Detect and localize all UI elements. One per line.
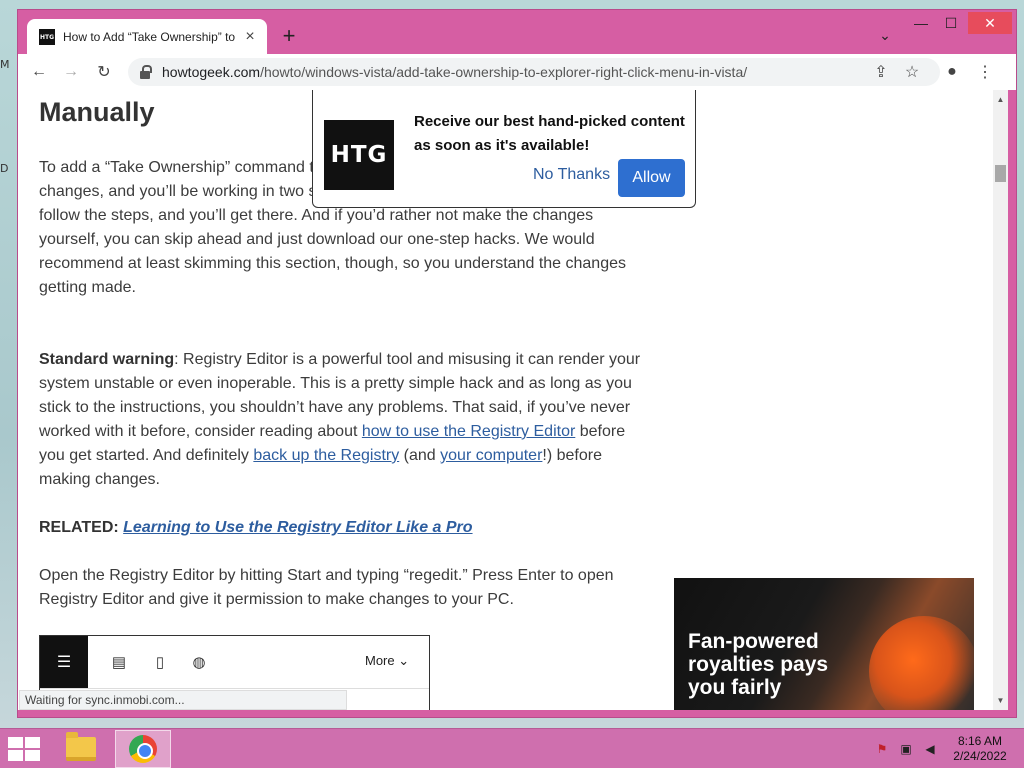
url-text[interactable]: howtogeek.com/howto/windows-vista/add-ta… xyxy=(162,64,747,80)
status-bubble: Waiting for sync.inmobi.com... xyxy=(19,690,347,710)
folder-icon xyxy=(66,732,96,761)
desktop-icon-fragment[interactable]: M xyxy=(0,58,12,72)
news-icon: ▤ xyxy=(111,654,127,671)
notification-prompt: HTG Receive our best hand-picked content… xyxy=(312,90,696,208)
htg-logo: HTG xyxy=(324,120,394,190)
browser-window: HTG How to Add “Take Ownership” to × + ⌄… xyxy=(17,9,1017,718)
htg-favicon-icon: HTG xyxy=(39,29,55,45)
tab-strip: HTG How to Add “Take Ownership” to × + ⌄… xyxy=(18,10,1016,55)
chrome-taskbar-button[interactable] xyxy=(115,730,171,768)
browser-tab[interactable]: HTG How to Add “Take Ownership” to × xyxy=(27,19,267,55)
clock-time: 8:16 AM xyxy=(957,734,1003,748)
volume-muted-icon[interactable]: ◀ xyxy=(922,741,938,757)
chevron-down-icon: ⌄ xyxy=(398,653,410,668)
link-backup-registry[interactable]: back up the Registry xyxy=(253,447,399,464)
scroll-up-arrow-icon[interactable]: ▲ xyxy=(993,92,1008,107)
minimize-button[interactable]: — xyxy=(906,12,936,34)
taskbar: ⚑ ▣ ◀ 8:16 AM 2/24/2022 xyxy=(0,728,1024,768)
profile-avatar-icon[interactable]: ● xyxy=(941,61,963,83)
new-tab-icon[interactable]: + xyxy=(277,23,301,48)
back-arrow-icon[interactable]: ← xyxy=(28,61,50,83)
desktop-icon-fragment[interactable]: D xyxy=(0,162,12,176)
hamburger-menu-icon: ☰ xyxy=(40,636,88,688)
related-article-link[interactable]: Learning to Use the Registry Editor Like… xyxy=(123,519,472,536)
tab-close-icon[interactable]: × xyxy=(241,28,259,46)
address-bar[interactable]: howtogeek.com/howto/windows-vista/add-ta… xyxy=(128,58,940,86)
section-heading: Manually xyxy=(39,97,155,127)
advertisement[interactable]: Fan-powered royalties pays you fairly xyxy=(674,578,974,710)
action-center-flag-icon[interactable]: ⚑ xyxy=(874,741,890,757)
ad-photo xyxy=(869,616,974,710)
link-registry-editor[interactable]: how to use the Registry Editor xyxy=(362,423,575,440)
system-clock[interactable]: 8:16 AM 2/24/2022 xyxy=(950,734,1010,764)
allow-button[interactable]: Allow xyxy=(618,159,685,197)
related-line: RELATED: Learning to Use the Registry Ed… xyxy=(39,519,473,536)
kebab-menu-icon[interactable]: ⋮ xyxy=(974,61,996,83)
prompt-message: Receive our best hand-picked content as … xyxy=(414,113,685,154)
maximize-button[interactable]: ☐ xyxy=(936,12,966,34)
close-window-button[interactable]: ✕ xyxy=(968,12,1012,34)
browser-toolbar: ← → ↻ howtogeek.com/howto/windows-vista/… xyxy=(18,54,1016,90)
paragraph-warning: Standard warning: Registry Editor is a p… xyxy=(39,351,641,488)
clock-date: 2/24/2022 xyxy=(953,749,1007,763)
lock-icon[interactable] xyxy=(140,65,152,79)
scroll-thumb[interactable] xyxy=(995,165,1006,182)
paragraph-instructions: Open the Registry Editor by hitting Star… xyxy=(39,567,614,608)
warning-label: Standard warning xyxy=(39,351,175,368)
ad-headline: Fan-powered royalties pays you fairly xyxy=(688,630,829,699)
link-your-computer[interactable]: your computer xyxy=(440,447,542,464)
chrome-icon xyxy=(129,735,157,763)
network-icon[interactable]: ▣ xyxy=(898,741,914,757)
windows-start-icon[interactable] xyxy=(8,737,40,761)
divider xyxy=(40,688,429,689)
bookmark-star-icon[interactable]: ☆ xyxy=(901,61,923,83)
share-icon[interactable]: ⇪ xyxy=(870,61,892,83)
vertical-scrollbar[interactable]: ▲ ▼ xyxy=(993,90,1008,710)
forward-arrow-icon[interactable]: → xyxy=(60,61,82,83)
tab-search-chevron-icon[interactable]: ⌄ xyxy=(876,26,894,44)
reload-icon[interactable]: ↻ xyxy=(93,61,115,83)
embed-more-label: More ⌄ xyxy=(365,653,410,668)
document-icon: ▯ xyxy=(155,654,165,671)
globe-icon: ◍ xyxy=(192,654,206,671)
scroll-down-arrow-icon[interactable]: ▼ xyxy=(993,693,1008,708)
no-thanks-button[interactable]: No Thanks xyxy=(533,166,610,184)
file-explorer-taskbar-button[interactable] xyxy=(53,730,109,768)
tab-title: How to Add “Take Ownership” to xyxy=(63,30,235,44)
